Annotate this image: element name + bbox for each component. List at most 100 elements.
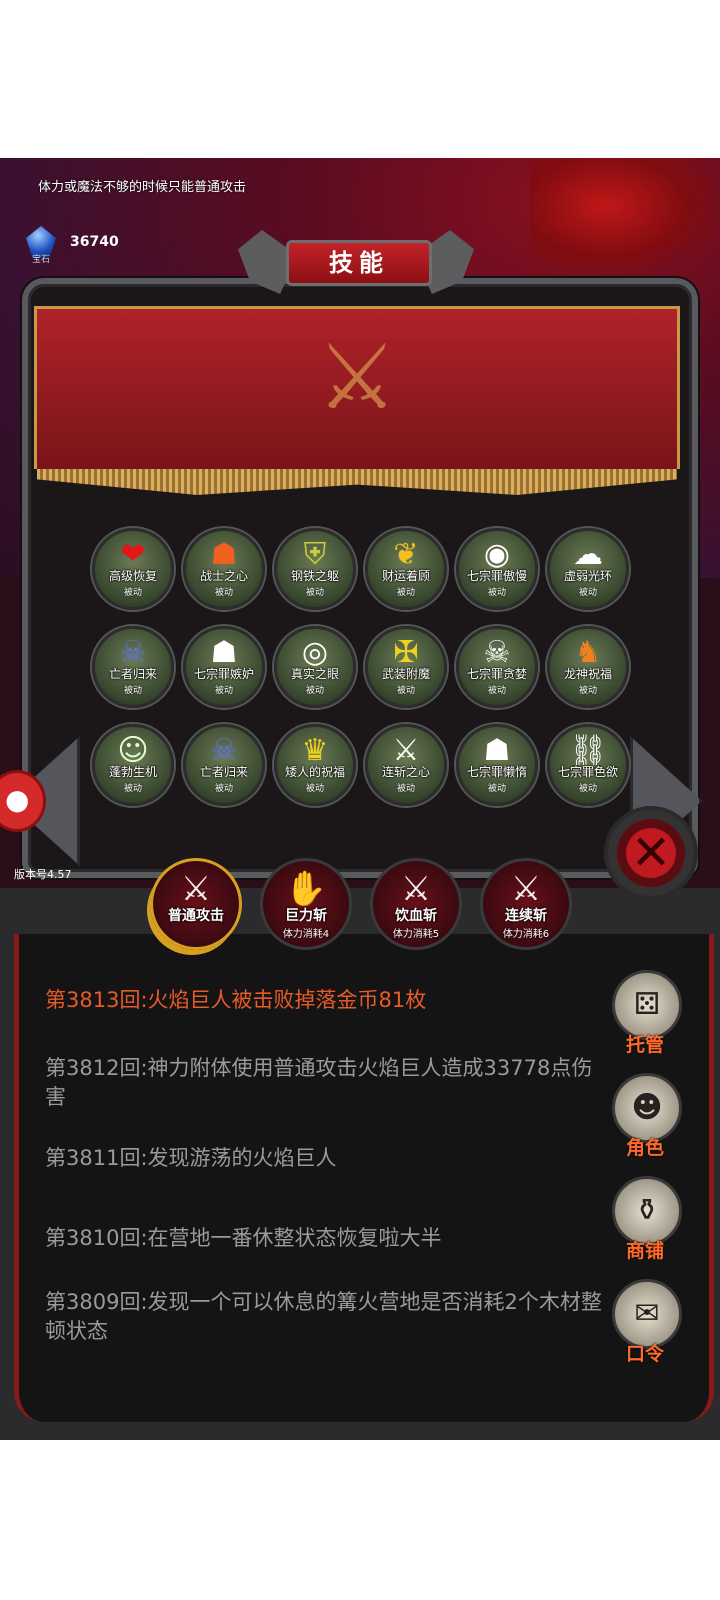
gem-count: 36740 <box>70 234 119 250</box>
version-label: 版本号4.57 <box>14 868 72 881</box>
panel-title: 技能 <box>286 240 432 286</box>
skill-slot[interactable]: ◎ 真实之眼 被动 <box>274 626 356 708</box>
crossed-swords-emblem-icon: ⚔ <box>316 325 398 430</box>
skill-type: 被动 <box>305 686 324 696</box>
skill-type: 被动 <box>396 686 415 696</box>
game-screen: 体力或魔法不够的时候只能普通攻击 宝石 36740 ⚔ 技能 ❤ 高级恢复 被动 ☗ 战… <box>0 158 720 1440</box>
skill-name: 七宗罪懒惰 <box>466 765 527 779</box>
skill-name: 亡者归来 <box>108 667 157 681</box>
skill-slot[interactable]: ♞ 龙神祝福 被动 <box>547 626 629 708</box>
skill-slot[interactable]: ⚔ 连斩之心 被动 <box>365 724 447 806</box>
skill-slot[interactable]: ☗ 七宗罪嫉妒 被动 <box>183 626 265 708</box>
skill-grid: ❤ 高级恢复 被动 ☗ 战士之心 被动 ⛨ 钢铁之躯 被动 ❦ 财运着顾 被动 ◉ 七宗罪傲慢 被动 ☁ 虚弱光… <box>92 528 632 828</box>
skill-slot[interactable]: ☠ 亡者归来 被动 <box>183 724 265 806</box>
skill-name: 高级恢复 <box>108 569 157 583</box>
hint-text: 体力或魔法不够的时候只能普通攻击 <box>38 180 247 195</box>
action-name: 巨力斩 <box>285 908 327 924</box>
side-button-label: 角色 <box>625 1137 664 1159</box>
skill-slot[interactable]: ☺ 蓬勃生机 被动 <box>92 724 174 806</box>
action-bar: ⚔ 普通攻击 ✋ 巨力斩 体力消耗4 ⚔ 饮血斩 体力消耗5 ⚔ 连续斩 体力消耗6 <box>150 858 590 958</box>
skill-slot[interactable]: ☠ 七宗罪贪婪 被动 <box>456 626 538 708</box>
skill-type: 被动 <box>123 784 142 794</box>
skill-name: 连斩之心 <box>381 765 430 779</box>
skill-type: 被动 <box>487 588 506 598</box>
claw-icon: ✋ <box>284 869 328 909</box>
user-icon: ● <box>5 783 30 816</box>
skill-name: 虚弱光环 <box>563 569 612 583</box>
skill-name: 七宗罪嫉妒 <box>193 667 254 681</box>
panel-title-plate: 技能 <box>238 230 474 300</box>
skill-type: 被动 <box>305 588 324 598</box>
log-entry: 第3810回:在营地一番休整状态恢复啦大半 <box>45 1226 442 1250</box>
action-button[interactable]: ⚔ 饮血斩体力消耗5 <box>370 858 462 950</box>
skill-type: 被动 <box>396 588 415 598</box>
action-name: 连续斩 <box>505 908 547 924</box>
skill-name: 七宗罪贪婪 <box>466 667 527 681</box>
curtain-banner: ⚔ <box>34 306 680 495</box>
skill-slot[interactable]: ❦ 财运着顾 被动 <box>365 528 447 610</box>
skill-name: 七宗罪色欲 <box>557 765 618 779</box>
skill-name: 蓬勃生机 <box>108 765 157 779</box>
side-button-label: 商铺 <box>625 1240 664 1262</box>
action-name: 饮血斩 <box>395 908 437 924</box>
skill-slot[interactable]: ❤ 高级恢复 被动 <box>92 528 174 610</box>
skill-type: 被动 <box>214 784 233 794</box>
skill-type: 被动 <box>214 686 233 696</box>
gem-counter: 宝石 36740 <box>22 224 142 265</box>
action-button[interactable]: ⚔ 普通攻击 <box>150 858 242 950</box>
action-cost: 体力消耗5 <box>392 929 440 940</box>
log-entry: 第3812回:神力附体使用普通攻击火焰巨人造成33778点伤害 <box>45 1056 593 1109</box>
skill-type: 被动 <box>123 686 142 696</box>
action-cost: 体力消耗4 <box>282 929 330 940</box>
curtain-fringe <box>37 469 677 495</box>
skill-type: 被动 <box>578 784 597 794</box>
skill-name: 矮人的祝福 <box>284 765 345 779</box>
side-button[interactable]: ⚱ 商铺 <box>608 1176 682 1272</box>
sword-strike-icon: ⚔ <box>180 869 212 909</box>
skill-name: 财运着顾 <box>381 569 430 583</box>
side-button[interactable]: ☻ 角色 <box>608 1073 682 1169</box>
blood-sword-icon: ⚔ <box>400 869 432 909</box>
skill-type: 被动 <box>396 784 415 794</box>
action-name: 普通攻击 <box>168 908 224 924</box>
skill-name: 武装附魔 <box>381 667 430 681</box>
log-entry: 第3811回:发现游荡的火焰巨人 <box>45 1146 337 1170</box>
skill-type: 被动 <box>305 784 324 794</box>
close-button[interactable]: ✕ <box>604 806 698 900</box>
hooded-figure-icon-glyph: ☻ <box>631 1090 663 1125</box>
action-button[interactable]: ⚔ 连续斩体力消耗6 <box>480 858 572 950</box>
skill-type: 被动 <box>578 588 597 598</box>
skill-type: 被动 <box>214 588 233 598</box>
skill-type: 被动 <box>487 686 506 696</box>
scroll-icon-glyph: ✉ <box>634 1296 660 1331</box>
action-button[interactable]: ✋ 巨力斩体力消耗4 <box>260 858 352 950</box>
skill-name: 战士之心 <box>199 569 248 583</box>
skill-slot[interactable]: ☗ 战士之心 被动 <box>183 528 265 610</box>
skill-type: 被动 <box>578 686 597 696</box>
side-button[interactable]: ⚄ 托管 <box>608 970 682 1066</box>
action-cost: 体力消耗6 <box>502 929 550 940</box>
skill-slot[interactable]: ⛨ 钢铁之躯 被动 <box>274 528 356 610</box>
dice-icon-glyph: ⚄ <box>633 987 661 1022</box>
close-icon: ✕ <box>630 825 672 881</box>
skill-slot[interactable]: ☁ 虚弱光环 被动 <box>547 528 629 610</box>
skill-slot[interactable]: ◉ 七宗罪傲慢 被动 <box>456 528 538 610</box>
side-button[interactable]: ✉ 口令 <box>608 1279 682 1375</box>
skill-name: 七宗罪傲慢 <box>466 569 527 583</box>
skill-slot[interactable]: ☠ 亡者归来 被动 <box>92 626 174 708</box>
skill-slot[interactable]: ⛓ 七宗罪色欲 被动 <box>547 724 629 806</box>
log-entry: 第3813回:火焰巨人被击败掉落金币81枚 <box>45 988 427 1012</box>
skill-slot[interactable]: ☗ 七宗罪懒惰 被动 <box>456 724 538 806</box>
side-button-label: 口令 <box>625 1343 664 1365</box>
shop-bag-icon-glyph: ⚱ <box>634 1193 660 1228</box>
gem-caption: 宝石 <box>32 255 51 265</box>
log-entry: 第3809回:发现一个可以休息的篝火营地是否消耗2个木材整顿状态 <box>45 1290 602 1343</box>
skill-type: 被动 <box>123 588 142 598</box>
multi-sword-icon: ⚔ <box>510 869 542 909</box>
skill-name: 真实之眼 <box>290 667 339 681</box>
skill-slot[interactable]: ✠ 武装附魔 被动 <box>365 626 447 708</box>
skill-slot[interactable]: ♛ 矮人的祝福 被动 <box>274 724 356 806</box>
skill-type: 被动 <box>487 784 506 794</box>
skill-name: 龙神祝福 <box>563 667 612 681</box>
skill-name: 亡者归来 <box>199 765 248 779</box>
